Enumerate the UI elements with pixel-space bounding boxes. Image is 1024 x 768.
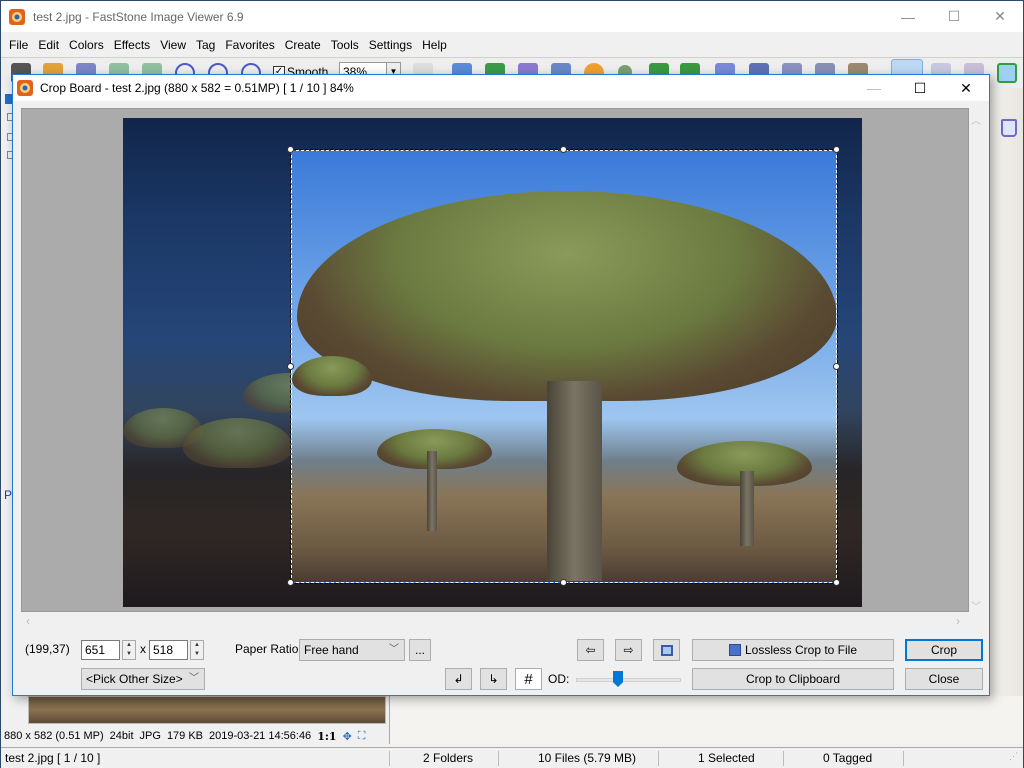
maximize-button[interactable]: ☐ xyxy=(931,1,977,32)
main-titlebar: test 2.jpg - FastStone Image Viewer 6.9 … xyxy=(1,1,1023,32)
main-window-title: test 2.jpg - FastStone Image Viewer 6.9 xyxy=(33,9,244,24)
crop-handle-top[interactable] xyxy=(560,146,567,153)
image-dimensions: 880 x 582 (0.51 MP) xyxy=(4,730,104,742)
menu-view[interactable]: View xyxy=(155,38,191,52)
close-dialog-button[interactable]: Close xyxy=(905,668,983,690)
crop-to-clipboard-button[interactable]: Crop to Clipboard xyxy=(692,668,894,690)
file-format: JPG xyxy=(139,730,161,742)
height-spinner[interactable]: ▲ ▼ xyxy=(190,640,204,660)
od-slider-thumb[interactable] xyxy=(613,671,623,687)
crop-board-titlebar: Crop Board - test 2.jpg (880 x 582 = 0.5… xyxy=(13,75,989,101)
status-file: test 2.jpg [ 1 / 10 ] xyxy=(5,751,101,765)
crop-handle-left[interactable] xyxy=(287,363,294,370)
lossless-crop-label: Lossless Crop to File xyxy=(744,643,858,657)
file-date: 2019-03-21 14:56:46 xyxy=(209,730,312,742)
menu-favorites[interactable]: Favorites xyxy=(220,38,279,52)
crop-handle-top-left[interactable] xyxy=(287,146,294,153)
horizontal-scrollbar[interactable]: ‹ › xyxy=(21,613,969,631)
fit-window-icon xyxy=(660,644,673,656)
grid-toggle-button[interactable]: # xyxy=(515,668,542,690)
fit-window-button[interactable] xyxy=(653,639,680,661)
crop-handle-bottom-right[interactable] xyxy=(833,579,840,586)
menu-bar: File Edit Colors Effects View Tag Favori… xyxy=(1,32,1023,58)
menu-file[interactable]: File xyxy=(4,38,33,52)
crop-handle-top-right[interactable] xyxy=(833,146,840,153)
file-size: 179 KB xyxy=(166,730,204,742)
lossless-crop-button[interactable]: Lossless Crop to File xyxy=(692,639,894,661)
scroll-left-icon[interactable]: ‹ xyxy=(26,614,30,628)
rotate-right-icon: ↳ xyxy=(488,672,499,686)
crop-minimize-button[interactable]: — xyxy=(851,75,897,101)
thumbnail-area xyxy=(389,696,1023,744)
crop-selection[interactable] xyxy=(290,149,838,584)
status-folders: 2 Folders xyxy=(423,751,474,765)
next-image-button[interactable]: ⇨ xyxy=(615,639,642,661)
scroll-right-icon[interactable]: › xyxy=(956,614,960,628)
chevron-down-icon: ﹀ xyxy=(389,644,399,655)
photo-preview[interactable] xyxy=(123,118,862,607)
menu-help[interactable]: Help xyxy=(417,38,452,52)
size-separator: x xyxy=(140,642,146,656)
menu-tools[interactable]: Tools xyxy=(326,38,364,52)
pick-size-dropdown[interactable]: <Pick Other Size> ﹀ xyxy=(81,668,205,690)
paper-ratio-dropdown[interactable]: Free hand ﹀ xyxy=(299,639,405,661)
crop-handle-bottom[interactable] xyxy=(560,579,567,586)
crop-button[interactable]: Crop xyxy=(905,639,983,661)
rotate-right-button[interactable]: ↳ xyxy=(480,668,507,690)
close-button[interactable]: ✕ xyxy=(977,1,1023,32)
crop-handle-bottom-left[interactable] xyxy=(287,579,294,586)
od-label: OD: xyxy=(548,672,570,686)
faststone-app-icon xyxy=(17,80,33,96)
actual-size-button[interactable]: 1:1 xyxy=(317,730,336,743)
scroll-up-icon[interactable]: ︿ xyxy=(969,112,983,127)
od-slider-track[interactable] xyxy=(576,678,681,682)
chevron-down-icon: ﹀ xyxy=(189,673,199,684)
fit-move-icon[interactable]: ✥ xyxy=(343,730,352,743)
crop-close-button[interactable]: ✕ xyxy=(943,75,989,101)
vertical-scrollbar[interactable]: ︿ ﹀ xyxy=(969,108,983,614)
crop-handle-right[interactable] xyxy=(833,363,840,370)
preview-thumbnail xyxy=(28,696,386,724)
menu-colors[interactable]: Colors xyxy=(64,38,109,52)
status-selected: 1 Selected xyxy=(698,751,755,765)
menu-effects[interactable]: Effects xyxy=(109,38,155,52)
crop-width-input[interactable]: 651 xyxy=(81,640,120,660)
paper-ratio-label: Paper Ratio: xyxy=(235,642,302,656)
previous-image-button[interactable]: ⇦ xyxy=(577,639,604,661)
cursor-position: (199,37) xyxy=(25,642,70,656)
crop-maximize-button[interactable]: ☐ xyxy=(897,75,943,101)
paper-ratio-value: Free hand xyxy=(304,643,359,657)
resize-grip-icon[interactable]: ⋰ xyxy=(1009,751,1018,762)
menu-settings[interactable]: Settings xyxy=(364,38,417,52)
bit-depth: 24bit xyxy=(109,730,134,742)
image-info-bar: 880 x 582 (0.51 MP) 24bit JPG 179 KB 201… xyxy=(1,726,389,746)
crop-board-dialog: Crop Board - test 2.jpg (880 x 582 = 0.5… xyxy=(12,74,990,696)
fit-screen-icon[interactable]: ⛶ xyxy=(358,730,366,743)
rotate-left-icon: ↲ xyxy=(453,672,464,686)
browser-side-panel xyxy=(989,88,1023,696)
faststone-app-icon xyxy=(9,8,25,25)
trash-icon[interactable] xyxy=(1001,119,1017,137)
scroll-down-icon[interactable]: ﹀ xyxy=(969,598,983,613)
status-bar: test 2.jpg [ 1 / 10 ] 2 Folders 10 Files… xyxy=(1,747,1023,768)
menu-edit[interactable]: Edit xyxy=(33,38,64,52)
status-tagged: 0 Tagged xyxy=(823,751,873,765)
floppy-disk-icon xyxy=(728,644,741,656)
pick-size-value: <Pick Other Size> xyxy=(86,672,183,686)
width-spinner[interactable]: ▲ ▼ xyxy=(122,640,136,660)
crop-height-input[interactable]: 518 xyxy=(149,640,188,660)
status-files: 10 Files (5.79 MB) xyxy=(538,751,637,765)
minimize-button[interactable]: — xyxy=(885,1,931,32)
rotate-left-button[interactable]: ↲ xyxy=(445,668,472,690)
crop-board-title: Crop Board - test 2.jpg (880 x 582 = 0.5… xyxy=(40,81,354,95)
menu-tag[interactable]: Tag xyxy=(191,38,220,52)
menu-create[interactable]: Create xyxy=(280,38,326,52)
fullscreen-icon[interactable] xyxy=(997,63,1017,83)
paper-ratio-more-button[interactable]: ... xyxy=(409,639,431,661)
